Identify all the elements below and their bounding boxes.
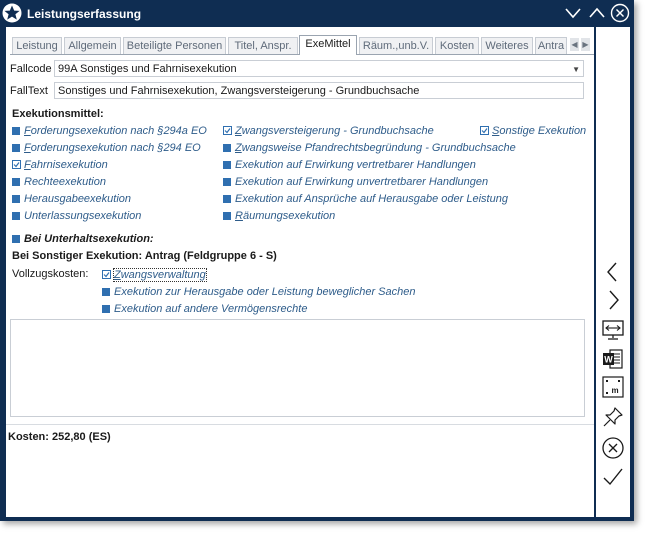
tab-scroll-right-icon[interactable]: ▶: [581, 38, 590, 51]
checkbox-icon[interactable]: [223, 144, 231, 152]
mnemonic-letter: Z: [235, 125, 242, 137]
opt-label: Exekution zur Herausgabe oder Leistung b…: [114, 286, 416, 298]
mnemonic-letter: Z: [114, 269, 121, 281]
word-document-icon[interactable]: W: [601, 347, 625, 371]
mnemonic-letter: S: [492, 125, 500, 137]
mnemonic-letter: F: [24, 159, 31, 171]
checkbox-icon[interactable]: [223, 178, 231, 186]
right-toolbar: W m: [596, 27, 630, 517]
title-bar[interactable]: Leistungserfassung: [0, 0, 634, 27]
checkbox-checked-icon[interactable]: [480, 126, 489, 135]
svg-text:W: W: [604, 355, 613, 365]
checkbox-icon[interactable]: [223, 161, 231, 169]
checkbox-icon[interactable]: [12, 212, 20, 220]
fallcode-value: 99A Sonstiges und Fahrnisexekution: [58, 63, 237, 75]
fallcode-label: Fallcode: [10, 63, 52, 75]
checkbox-icon[interactable]: [12, 127, 20, 135]
opt-label: Zwangsversteigerung - Grundbuchsache: [235, 125, 434, 137]
opt-label: Räumungsexekution: [235, 210, 336, 222]
notes-textarea[interactable]: [10, 319, 585, 417]
sonstiger-exekution-heading: Bei Sonstiger Exekution: Antrag (Feldgru…: [12, 250, 277, 262]
falltext-label: FallText: [10, 85, 48, 97]
checkbox-checked-icon[interactable]: [102, 270, 111, 279]
tab-strip: Leistung Allgemein Beteiligte Personen T…: [10, 35, 594, 55]
checkbox-icon[interactable]: [12, 144, 20, 152]
dropdown-arrow-icon[interactable]: ▼: [572, 61, 580, 78]
checkbox-checked-icon[interactable]: [12, 160, 21, 169]
opt-label: Exekution auf andere Vermögensrechte: [114, 303, 308, 315]
footer-divider: [6, 424, 594, 425]
kosten-summary: Kosten: 252,80 (ES): [8, 431, 111, 443]
opt-label: Bei Unterhaltsexekution:: [24, 233, 154, 245]
tab-exemittel[interactable]: ExeMittel: [299, 35, 357, 55]
fallcode-dropdown[interactable]: 99A Sonstiges und Fahrnisexekution ▼: [54, 60, 584, 77]
tab-raeum-unbv[interactable]: Räum.,unb.V.: [359, 37, 433, 54]
tab-titel-anspr[interactable]: Titel, Anspr.: [228, 37, 298, 54]
checkbox-icon[interactable]: [12, 178, 20, 186]
chevron-right-icon[interactable]: [601, 288, 625, 312]
opt-label: Sonstige Exekution: [492, 125, 587, 137]
opt-label: Herausgabeexekution: [24, 193, 132, 205]
app-window: Leistungserfassung Leistung Allgemein Be…: [0, 0, 634, 521]
cancel-circle-icon[interactable]: [601, 436, 625, 460]
tab-weiteres[interactable]: Weiteres: [481, 37, 533, 54]
chevron-up-icon[interactable]: [587, 3, 607, 23]
main-panel: Leistung Allgemein Beteiligte Personen T…: [6, 27, 594, 517]
opt-label: Forderungsexekution nach §294a EO: [24, 125, 207, 137]
tab-scroll-left-icon[interactable]: ◀: [570, 38, 579, 51]
opt-label: Forderungsexekution nach §294 EO: [24, 142, 201, 154]
tab-kosten[interactable]: Kosten: [435, 37, 479, 54]
opt-label: Exekution auf Erwirkung vertretbarer Han…: [235, 159, 476, 171]
mnemonic-letter: F: [24, 142, 31, 154]
vollzugskosten-label: Vollzugskosten:: [12, 268, 89, 280]
tab-antrag[interactable]: Antra: [535, 37, 567, 54]
opt-label: Exekution auf Ansprüche auf Herausgabe o…: [235, 193, 508, 205]
mnemonic-letter: F: [24, 125, 31, 137]
mnemonic-letter: R: [235, 210, 243, 222]
checkbox-icon[interactable]: [223, 212, 231, 220]
checkmark-icon[interactable]: [601, 465, 625, 489]
pin-icon[interactable]: [601, 405, 625, 429]
opt-label: Fahrnisexekution: [24, 159, 108, 171]
tab-leistung[interactable]: Leistung: [12, 37, 62, 54]
opt-label: Exekution auf Erwirkung unvertretbarer H…: [235, 176, 489, 188]
falltext-input[interactable]: Sonstiges und Fahrnisexekution, Zwangsve…: [54, 82, 584, 99]
checkbox-checked-icon[interactable]: [223, 126, 232, 135]
chevron-down-icon[interactable]: [563, 3, 583, 23]
opt-label: Zwangsverwaltung: [113, 268, 207, 282]
mail-merge-icon[interactable]: m: [601, 375, 625, 399]
opt-label: Unterlassungsexekution: [24, 210, 142, 222]
exekutionsmittel-heading: Exekutionsmittel:: [12, 108, 104, 120]
opt-label: Zwangsweise Pfandrechtsbegründung - Grun…: [235, 142, 516, 154]
chevron-left-icon[interactable]: [601, 260, 625, 284]
opt-label: Rechteexekution: [24, 176, 106, 188]
falltext-value: Sonstiges und Fahrnisexekution, Zwangsve…: [58, 85, 420, 97]
window-title: Leistungserfassung: [27, 7, 142, 21]
tab-allgemein[interactable]: Allgemein: [64, 37, 121, 54]
tab-beteiligte-personen[interactable]: Beteiligte Personen: [123, 37, 226, 54]
monitor-arrows-icon[interactable]: [601, 318, 625, 342]
close-circle-icon[interactable]: [610, 3, 630, 23]
star-logo-icon: [2, 3, 22, 23]
svg-text:m: m: [611, 386, 618, 395]
mnemonic-letter: Z: [235, 142, 242, 154]
checkbox-icon[interactable]: [12, 235, 20, 243]
checkbox-icon[interactable]: [12, 195, 20, 203]
checkbox-icon[interactable]: [102, 305, 110, 313]
checkbox-icon[interactable]: [102, 288, 110, 296]
checkbox-icon[interactable]: [223, 195, 231, 203]
